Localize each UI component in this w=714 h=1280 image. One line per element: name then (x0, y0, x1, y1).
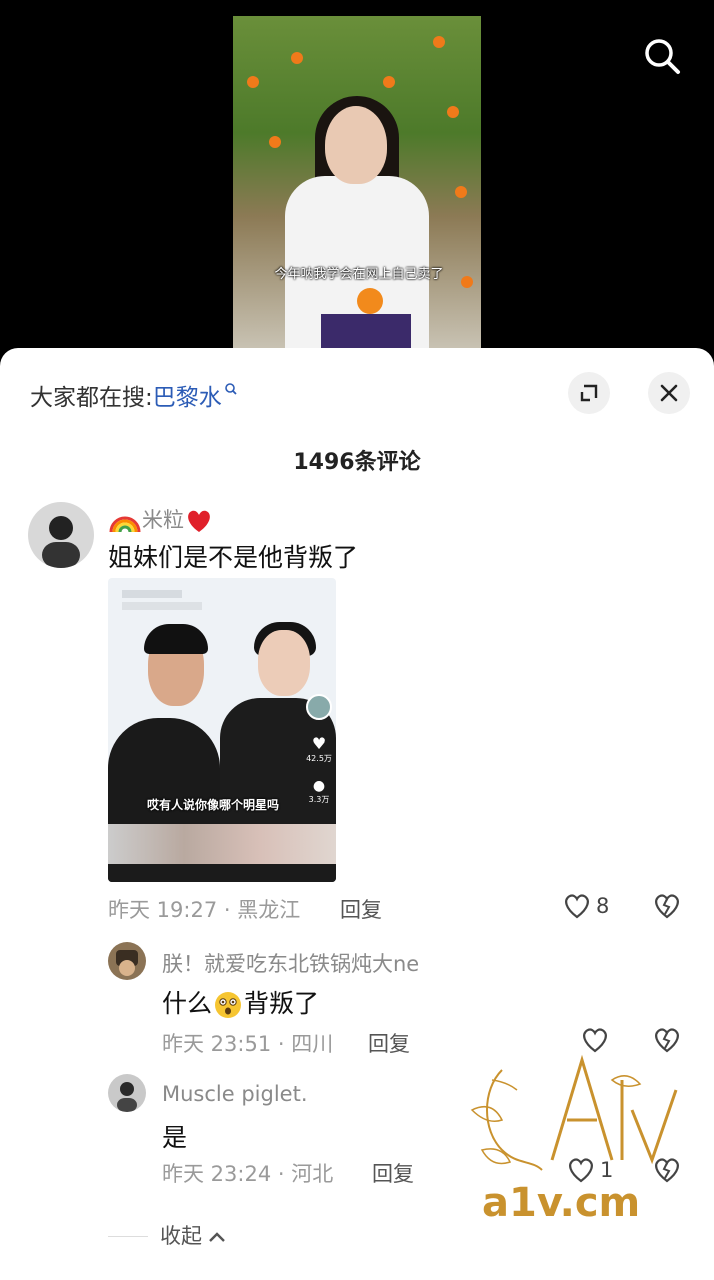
reply-button[interactable]: 回复 (368, 1028, 410, 1058)
comment-meta: 昨天 19:27 · 黑龙江 (108, 898, 301, 922)
video-subtitle: 今年呐我学会在网上自己卖了 (274, 267, 444, 282)
comment-meta: 昨天 23:24 · 河北 (162, 1162, 334, 1186)
image-avatar-badge (306, 694, 332, 720)
dislike-icon[interactable] (652, 892, 682, 920)
comment-image[interactable]: ♥ 42.5万 ● 3.3万 哎有人说你像哪个明星吗 (108, 578, 336, 882)
person-pants (321, 314, 411, 350)
comment-count-title: 1496条评论 (293, 450, 421, 475)
collapse-replies-button[interactable]: 收起 (160, 1220, 228, 1250)
comment-text: 是 (162, 1123, 188, 1152)
video-player[interactable]: 今年呐我学会在网上自己卖了 (0, 0, 714, 360)
image-caption: 哎有人说你像哪个明星吗 (146, 798, 279, 812)
image-person-face (258, 630, 310, 696)
small-search-icon (224, 383, 237, 395)
hot-search-term[interactable]: 巴黎水 (153, 385, 222, 411)
comment-text: 姐妹们是不是他背叛了 (108, 543, 359, 572)
search-button[interactable] (640, 34, 684, 78)
like-count: 8 (596, 894, 610, 918)
orange-fruit (269, 136, 281, 148)
search-icon (645, 39, 680, 74)
held-orange (357, 288, 383, 314)
comment-text-part: 背叛了 (244, 989, 320, 1018)
collapse-label: 收起 (160, 1224, 202, 1248)
comment-username-text: 米粒 (142, 508, 184, 532)
orange-fruit (383, 76, 395, 88)
orange-fruit (247, 76, 259, 88)
comment-meta: 昨天 23:51 · 四川 (162, 1032, 334, 1056)
comment-text-part: 什么 (162, 989, 213, 1018)
expand-icon (580, 384, 598, 402)
video-frame[interactable]: 今年呐我学会在网上自己卖了 (233, 16, 481, 350)
surprised-face-emoji-icon (215, 992, 242, 1018)
orange-fruit (291, 52, 303, 64)
avatar[interactable] (108, 942, 146, 980)
avatar[interactable] (28, 502, 94, 568)
collapse-divider (108, 1236, 148, 1237)
chevron-up-icon (209, 1232, 225, 1242)
expand-button[interactable] (568, 372, 610, 414)
orange-fruit (447, 106, 459, 118)
close-icon (660, 384, 678, 402)
comment-username[interactable]: Muscle piglet. (162, 1082, 308, 1106)
image-faint-text (116, 584, 326, 624)
image-bottom-bar (108, 864, 336, 882)
reply-button[interactable]: 回复 (372, 1158, 414, 1188)
person-face (325, 106, 387, 184)
image-person-hair (144, 624, 208, 654)
heart-icon[interactable] (562, 892, 592, 920)
reply-button[interactable]: 回复 (340, 894, 382, 924)
comment-username[interactable]: 朕！就爱吃东北铁锅炖大ne (162, 948, 419, 978)
close-button[interactable] (648, 372, 690, 414)
watermark-text: a1v.cm (482, 1180, 641, 1226)
image-like-stat: ♥ 42.5万 (306, 734, 332, 763)
rainbow-emoji-icon (109, 516, 141, 533)
avatar[interactable] (108, 1074, 146, 1112)
image-product-strip (108, 824, 336, 866)
hot-search-label: 大家都在搜: (30, 385, 153, 411)
orange-fruit (433, 36, 445, 48)
hot-search-bar[interactable]: 大家都在搜:巴黎水 (30, 378, 238, 412)
orange-fruit (455, 186, 467, 198)
comment-username[interactable]: 米粒 (108, 504, 214, 534)
red-heart-emoji-icon (188, 510, 210, 532)
comment-text: 什么 背叛了 (162, 984, 319, 1020)
